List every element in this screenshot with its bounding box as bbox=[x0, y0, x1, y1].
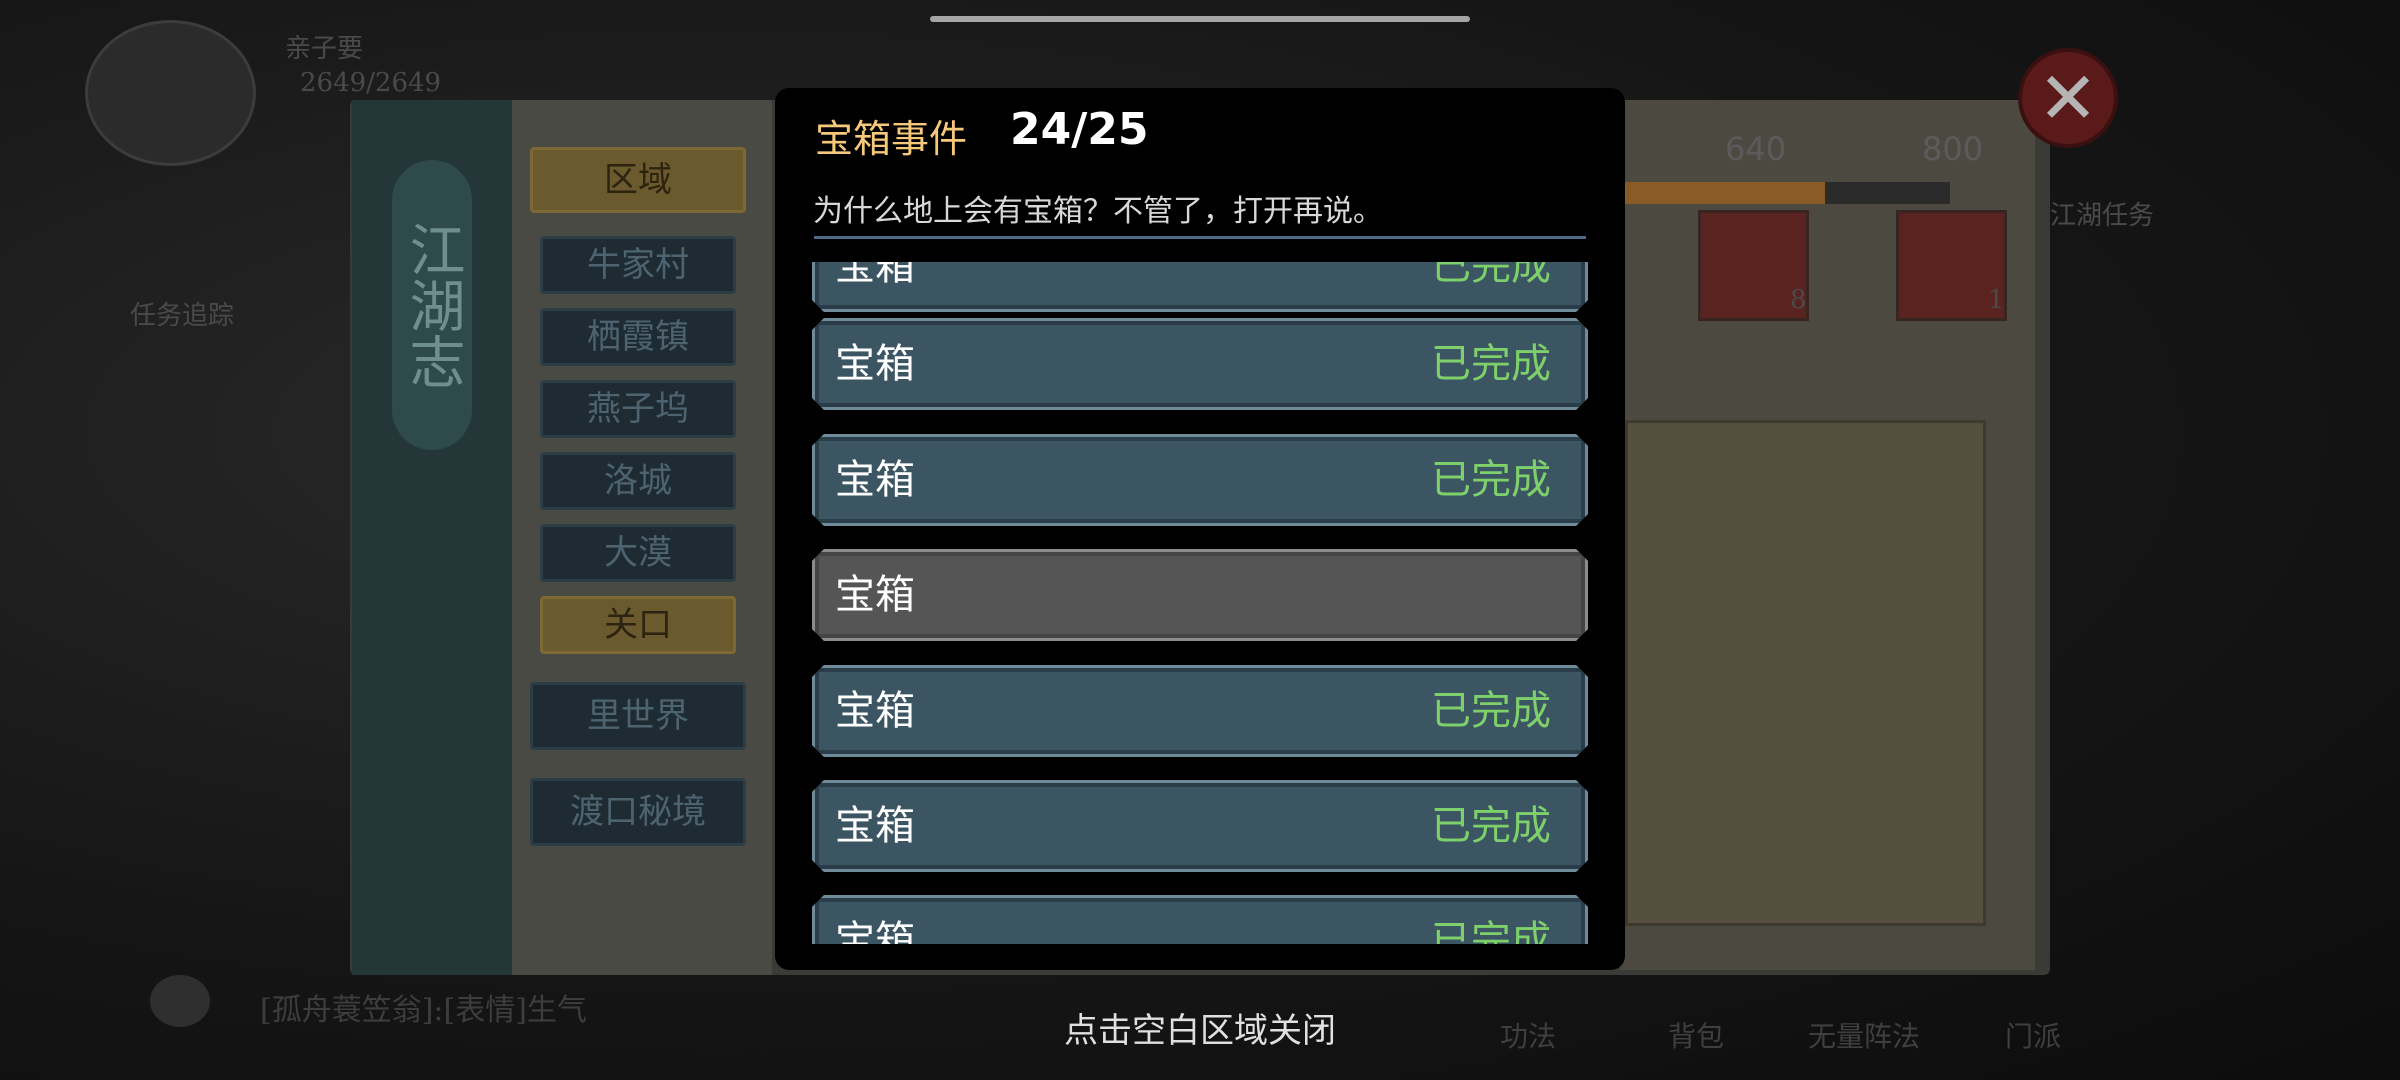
item-status: 已完成 bbox=[1431, 918, 1551, 944]
item-status: 已完成 bbox=[1431, 803, 1551, 849]
item-name: 宝箱 bbox=[835, 262, 915, 289]
region-luocheng[interactable]: 洛城 bbox=[540, 452, 736, 510]
region-dukou-secret[interactable]: 渡口秘境 bbox=[530, 778, 746, 846]
area-map bbox=[1625, 420, 1986, 926]
quest-tab[interactable]: 江湖任务 bbox=[2050, 195, 2154, 232]
reward-count-2: 1 bbox=[1988, 285, 2005, 315]
list-item[interactable]: 宝箱 已完成 bbox=[812, 318, 1588, 410]
item-status: 已完成 bbox=[1431, 262, 1551, 289]
nav-backpack[interactable]: 背包 bbox=[1668, 1015, 1724, 1055]
chat-bubble-icon[interactable] bbox=[150, 975, 210, 1027]
event-list[interactable]: 宝箱 已完成 宝箱 已完成 宝箱 已完成 宝箱 宝箱 已完成 宝箱 已完成 宝箱… bbox=[812, 262, 1588, 944]
item-name: 宝箱 bbox=[835, 803, 915, 849]
player-name: 亲子要 bbox=[285, 34, 364, 64]
close-icon: ✕ bbox=[2037, 56, 2099, 140]
item-status: 已完成 bbox=[1431, 341, 1551, 387]
reward-count-1: 8 bbox=[1790, 285, 1807, 315]
close-button[interactable]: ✕ bbox=[2018, 48, 2118, 148]
nav-gongfa[interactable]: 功法 bbox=[1500, 1015, 1556, 1055]
item-status: 已完成 bbox=[1431, 688, 1551, 734]
region-header: 区域 bbox=[530, 147, 746, 213]
modal-title: 宝箱事件 bbox=[815, 117, 968, 161]
nav-sect[interactable]: 门派 bbox=[2005, 1015, 2061, 1055]
player-avatar bbox=[85, 20, 256, 166]
region-liworld[interactable]: 里世界 bbox=[530, 682, 746, 750]
milestone-800: 800 bbox=[1922, 130, 1984, 168]
modal-progress-count: 24/25 bbox=[1010, 104, 1149, 155]
list-item[interactable]: 宝箱 已完成 bbox=[812, 434, 1588, 526]
item-name: 宝箱 bbox=[835, 572, 915, 618]
chat-message[interactable]: [孤舟蓑笠翁]:[表情]生气 bbox=[260, 985, 587, 1029]
modal-divider bbox=[814, 236, 1586, 239]
item-name: 宝箱 bbox=[835, 918, 915, 944]
modal-description: 为什么地上会有宝箱？不管了，打开再说。 bbox=[813, 194, 1383, 229]
list-item[interactable]: 宝箱 已完成 bbox=[812, 780, 1588, 872]
milestone-640: 640 bbox=[1725, 130, 1787, 168]
list-item[interactable]: 宝箱 已完成 bbox=[812, 895, 1588, 944]
list-item[interactable]: 宝箱 已完成 bbox=[812, 262, 1588, 312]
region-qixiazhen[interactable]: 栖霞镇 bbox=[540, 308, 736, 366]
list-item[interactable]: 宝箱 已完成 bbox=[812, 665, 1588, 757]
item-name: 宝箱 bbox=[835, 341, 915, 387]
progress-bar-fill bbox=[1625, 182, 1825, 204]
region-damo[interactable]: 大漠 bbox=[540, 524, 736, 582]
region-niujiacun[interactable]: 牛家村 bbox=[540, 236, 736, 294]
region-guankou[interactable]: 关口 bbox=[540, 596, 736, 654]
nav-formation[interactable]: 无量阵法 bbox=[1808, 1015, 1920, 1055]
sheet-handle[interactable] bbox=[930, 16, 1470, 22]
task-tracker: 任务追踪 bbox=[130, 301, 235, 331]
book-title: 江湖志 bbox=[392, 160, 472, 450]
item-status: 已完成 bbox=[1431, 457, 1551, 503]
item-name: 宝箱 bbox=[835, 457, 915, 503]
tap-to-close-hint: 点击空白区域关闭 bbox=[1064, 1011, 1336, 1051]
region-yanziwu[interactable]: 燕子坞 bbox=[540, 380, 736, 438]
player-hp: 2649/2649 bbox=[300, 68, 442, 98]
list-item-incomplete[interactable]: 宝箱 bbox=[812, 549, 1588, 641]
item-name: 宝箱 bbox=[835, 688, 915, 734]
